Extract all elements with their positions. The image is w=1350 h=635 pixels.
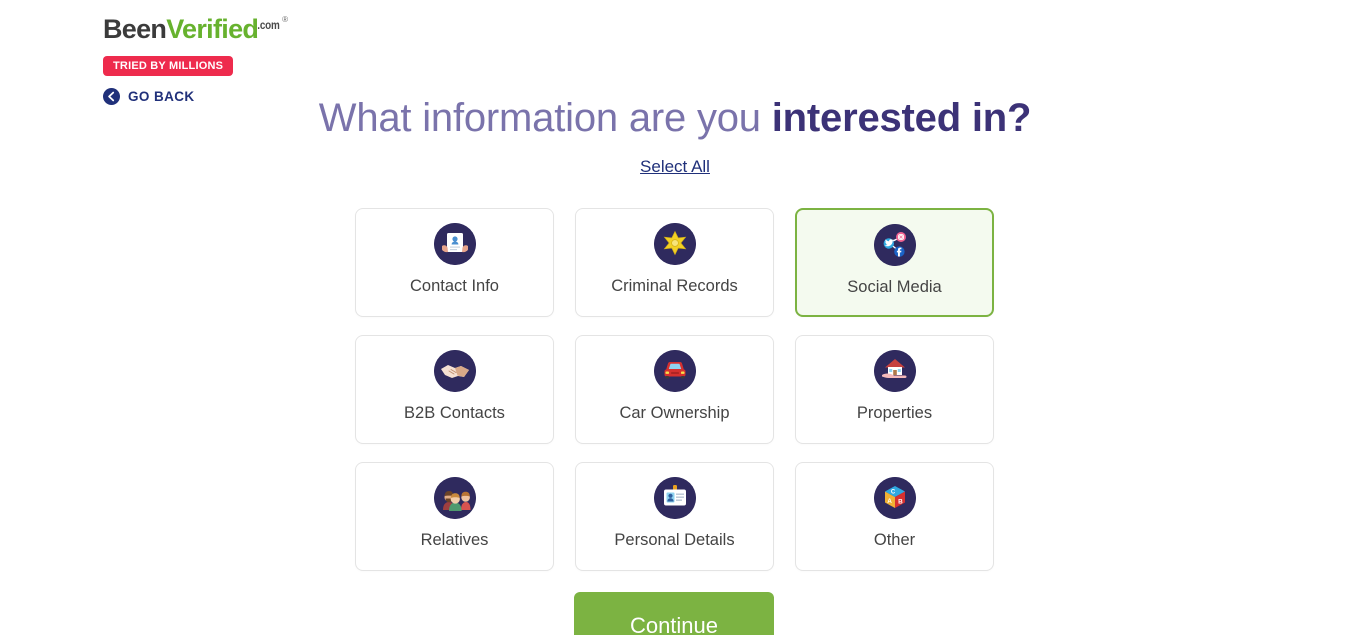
house-in-hand-icon (873, 350, 916, 392)
logo-registered-mark: ® (282, 15, 288, 24)
page-title: What information are you interested in? (0, 94, 1350, 142)
svg-text:C: C (890, 490, 895, 496)
family-group-icon (433, 477, 476, 519)
select-all-row: Select All (0, 157, 1350, 177)
page-title-bold: interested in? (771, 96, 1032, 140)
option-card-contact-info[interactable]: Contact Info (355, 208, 554, 317)
id-badge-icon (653, 477, 696, 519)
logo-dotcom: .com (257, 19, 280, 33)
option-card-social-media[interactable]: Social Media (795, 208, 994, 317)
social-network-icon (873, 224, 916, 266)
select-all-link[interactable]: Select All (640, 157, 710, 177)
option-label: Social Media (847, 278, 942, 296)
signup-interests-page: BeenVerified.com® TRIED BY MILLIONS GO B… (0, 0, 1350, 635)
logo-text: BeenVerified.com® (103, 14, 288, 51)
logo-verified: Verified (166, 14, 259, 44)
option-label: Properties (856, 404, 933, 422)
tried-by-millions-badge: TRIED BY MILLIONS (103, 56, 234, 76)
option-label: Contact Info (410, 277, 499, 295)
option-card-criminal-records[interactable]: Criminal Records (575, 208, 774, 317)
option-card-properties[interactable]: Properties (795, 335, 994, 444)
site-header: BeenVerified.com® TRIED BY MILLIONS (0, 0, 1350, 76)
page-title-light: What information are you (318, 96, 772, 140)
contact-card-icon (433, 223, 476, 265)
option-label: Car Ownership (619, 404, 730, 422)
beenverified-logo[interactable]: BeenVerified.com® TRIED BY MILLIONS (103, 14, 288, 76)
logo-been: Been (103, 14, 167, 44)
handshake-icon (433, 350, 476, 392)
option-label: Other (873, 531, 916, 549)
car-icon (653, 350, 696, 392)
option-card-other[interactable]: C A B Other (795, 462, 994, 571)
svg-text:A: A (887, 498, 892, 505)
option-card-b2b-contacts[interactable]: B2B Contacts (355, 335, 554, 444)
option-label: B2B Contacts (404, 404, 505, 422)
option-label: Relatives (420, 531, 489, 549)
option-card-relatives[interactable]: Relatives (355, 462, 554, 571)
option-label: Criminal Records (611, 277, 738, 295)
continue-button[interactable]: Continue (574, 592, 774, 635)
option-card-car-ownership[interactable]: Car Ownership (575, 335, 774, 444)
svg-text:B: B (898, 498, 903, 505)
option-label: Personal Details (614, 531, 735, 549)
sheriff-badge-icon (653, 223, 696, 265)
abc-blocks-icon: C A B (873, 477, 916, 519)
option-card-personal-details[interactable]: Personal Details (575, 462, 774, 571)
interest-options-grid: Contact Info Criminal Records Social Med… (355, 208, 995, 571)
